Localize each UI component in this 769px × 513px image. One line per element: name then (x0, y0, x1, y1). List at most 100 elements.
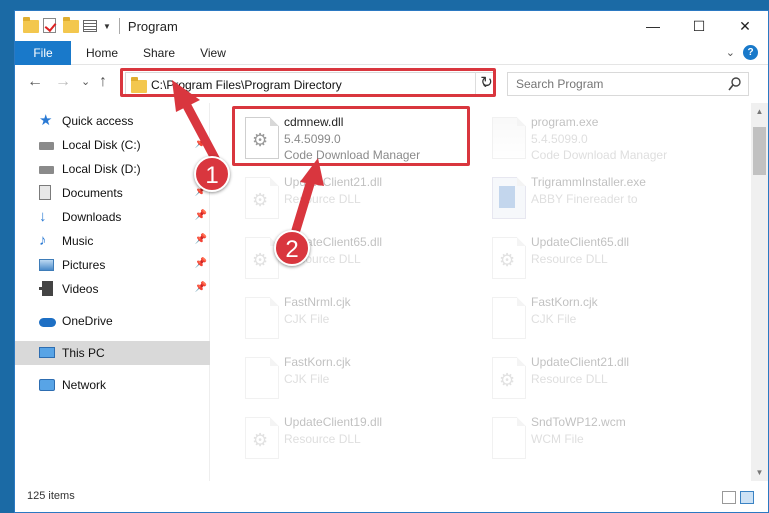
minimize-button[interactable]: — (630, 11, 676, 41)
file-item-cdmnew[interactable]: ⚙ cdmnew.dll 5.4.5099.0 Code Download Ma… (235, 111, 481, 169)
file-name: FastKorn.cjk (531, 295, 598, 309)
file-name: UpdateClient21.dll (284, 175, 383, 189)
file-description: Code Download Manager (284, 148, 421, 162)
sidebar-item-label: Network (62, 378, 107, 392)
file-version: 5.4.5099.0 (284, 132, 341, 146)
qat-customize-icon[interactable]: ▼ (103, 22, 111, 31)
sidebar-item-onedrive[interactable]: OneDrive (15, 309, 210, 333)
vertical-scrollbar[interactable]: ▲ ▼ (751, 103, 768, 481)
up-button[interactable]: ↑ (99, 73, 107, 91)
sidebar-item-videos[interactable]: Videos 📌 (15, 277, 210, 301)
details-view-icon[interactable] (722, 491, 736, 504)
recent-locations-button[interactable]: ⌄ (81, 75, 90, 88)
address-bar[interactable]: C:\Program Files\Program Directory ⌄ (125, 72, 495, 96)
pin-icon[interactable]: 📌 (195, 282, 207, 293)
help-icon[interactable]: ? (743, 45, 758, 60)
disk-icon (39, 137, 55, 153)
address-path[interactable]: C:\Program Files\Program Directory (151, 78, 342, 92)
music-icon: ♪ (39, 232, 47, 249)
documents-icon (39, 185, 55, 201)
view-switcher (722, 491, 754, 504)
pin-icon[interactable]: 📌 (195, 234, 207, 245)
pin-icon[interactable]: 📌 (195, 258, 207, 269)
onedrive-icon (39, 313, 56, 329)
window-controls: — ☐ ✕ (630, 11, 768, 41)
ribbon-right: ⌄ ? (726, 45, 758, 60)
window-title: Program (127, 18, 178, 34)
new-folder-icon[interactable] (63, 17, 79, 34)
file-description: Resource DLL (284, 192, 361, 206)
sidebar-item-label: Local Disk (C:) (62, 138, 141, 152)
scroll-thumb[interactable] (753, 127, 766, 175)
sidebar-item-music[interactable]: ♪ Music 📌 (15, 229, 210, 253)
search-box[interactable] (507, 72, 749, 96)
file-item[interactable]: TrigrammInstaller.exe ABBY Finereader to (482, 171, 728, 229)
tab-view[interactable]: View (191, 41, 235, 65)
item-count: 125 items (27, 490, 75, 502)
search-icon[interactable] (728, 76, 742, 92)
search-input[interactable] (508, 73, 718, 95)
file-item-program-exe[interactable]: program.exe 5.4.5099.0 Code Download Man… (482, 111, 728, 169)
sidebar-item-documents[interactable]: Documents 📌 (15, 181, 210, 205)
back-button[interactable]: ← (27, 73, 43, 91)
file-name: UpdateClient21.dll (531, 355, 630, 369)
file-description: CJK File (284, 372, 330, 386)
refresh-button[interactable]: ↻ (475, 72, 497, 96)
file-name: UpdateClient65.dll (531, 235, 630, 249)
maximize-button[interactable]: ☐ (676, 11, 722, 41)
tab-home[interactable]: Home (77, 41, 127, 65)
generic-file-icon (492, 297, 526, 339)
scroll-up-icon[interactable]: ▲ (751, 103, 768, 120)
gear-icon: ⚙ (499, 250, 516, 270)
tiles-view-icon[interactable] (740, 491, 754, 504)
quick-access-toolbar: ▼ Program (23, 17, 178, 34)
file-version: 5.4.5099.0 (531, 132, 588, 146)
file-item[interactable]: ⚙ UpdateClient65.dll Resource DLL (482, 231, 728, 289)
address-folder-icon (131, 77, 147, 93)
tab-share[interactable]: Share (135, 41, 183, 65)
sidebar-item-pictures[interactable]: Pictures 📌 (15, 253, 210, 277)
file-name: FastNrml.cjk (284, 295, 351, 309)
sidebar-item-downloads[interactable]: ↓ Downloads 📌 (15, 205, 210, 229)
sidebar-item-label: Documents (62, 186, 123, 200)
gear-icon: ⚙ (252, 130, 269, 150)
qat-divider (118, 18, 120, 34)
chevron-down-icon[interactable]: ⌄ (726, 46, 735, 59)
file-description: CJK File (284, 312, 330, 326)
file-item[interactable]: ⚙ UpdateClient19.dll Resource DLL (235, 411, 481, 469)
sidebar-item-this-pc[interactable]: This PC (15, 341, 210, 365)
pin-icon[interactable]: 📌 (195, 210, 207, 221)
tab-file[interactable]: File (15, 41, 71, 65)
properties-icon[interactable] (83, 18, 99, 34)
sidebar-item-quick-access[interactable]: ★ Quick access (15, 109, 210, 133)
pin-icon[interactable]: 📌 (195, 138, 207, 149)
sidebar-item-network[interactable]: Network (15, 373, 210, 397)
step-2-badge: 2 (274, 230, 310, 266)
title-bar: ▼ Program — ☐ ✕ (15, 11, 768, 41)
scroll-down-icon[interactable]: ▼ (751, 464, 768, 481)
file-item[interactable]: ⚙ UpdateClient65.dll Resource DLL (235, 231, 481, 289)
close-button[interactable]: ✕ (722, 11, 768, 41)
pc-icon (39, 345, 55, 361)
dll-file-icon: ⚙ (245, 417, 279, 459)
file-item[interactable]: SndToWP12.wcm WCM File (482, 411, 728, 469)
sidebar-item-label: Local Disk (D:) (62, 162, 141, 176)
file-description: Resource DLL (284, 432, 361, 446)
network-icon (39, 377, 55, 393)
sidebar-item-local-disk-d[interactable]: Local Disk (D:) 📌 (15, 157, 210, 181)
file-name: program.exe (531, 115, 599, 129)
file-item[interactable]: ⚙ UpdateClient21.dll Resource DLL (482, 351, 728, 409)
navigation-bar: ← → ⌄ ↑ C:\Program Files\Program Directo… (15, 67, 768, 99)
file-item[interactable]: ⚙ UpdateClient21.dll Resource DLL (235, 171, 481, 229)
installer-file-icon (492, 177, 526, 219)
sidebar-item-local-disk-c[interactable]: Local Disk (C:) 📌 (15, 133, 210, 157)
folder-icon (23, 17, 39, 34)
dll-file-icon: ⚙ (492, 237, 526, 279)
file-list: ⚙ cdmnew.dll 5.4.5099.0 Code Download Ma… (225, 103, 745, 481)
file-description: CJK File (531, 312, 577, 326)
file-item[interactable]: FastKorn.cjk CJK File (482, 291, 728, 349)
file-item[interactable]: FastNrml.cjk CJK File (235, 291, 481, 349)
file-item[interactable]: FastKorn.cjk CJK File (235, 351, 481, 409)
forward-button[interactable]: → (55, 73, 71, 91)
properties-check-icon[interactable] (43, 18, 59, 34)
